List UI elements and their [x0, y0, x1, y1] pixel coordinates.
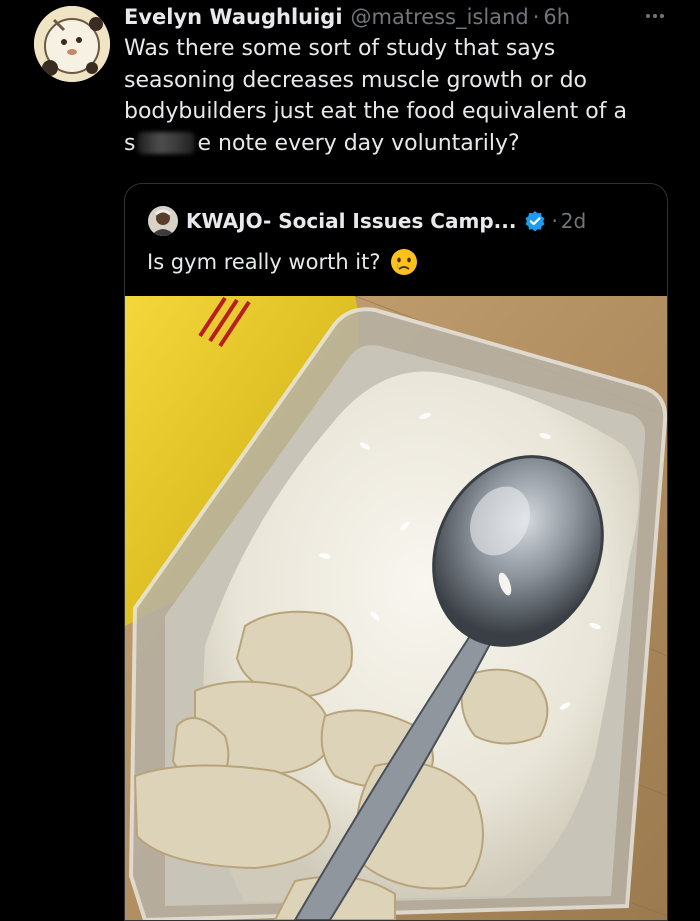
tweet-text: Was there some sort of study that says s… — [124, 33, 684, 159]
crying-face-emoji-icon — [390, 249, 417, 275]
author-handle[interactable]: @matress_island — [351, 5, 529, 29]
tweet[interactable]: Evelyn Waughluigi @matress_island · 6h W… — [0, 0, 700, 921]
quoted-tweet-header: KWAJO- Social Issues Camp... · 2d — [186, 206, 586, 236]
user-avatar[interactable] — [34, 6, 110, 82]
censored-word-blur — [137, 131, 196, 154]
text-fragment: e note every day voluntarily? — [197, 130, 520, 156]
person-avatar-icon — [148, 206, 178, 236]
meal-photo-image — [125, 296, 667, 920]
separator-dot: · — [532, 5, 540, 29]
meal-photo[interactable] — [125, 296, 667, 920]
tweet-text-line: bodybuilders just eat the food equivalen… — [124, 99, 627, 124]
quoted-author-avatar[interactable] — [148, 206, 178, 236]
cartoon-avatar-icon — [34, 6, 110, 82]
tweet-header: Evelyn Waughluigi @matress_island · 6h — [124, 2, 570, 32]
quoted-tweet-timestamp[interactable]: 2d — [561, 209, 586, 233]
text-fragment: s — [124, 130, 136, 156]
quoted-tweet-text: Is gym really worth it? — [147, 247, 419, 277]
tweet-text-line: Was there some sort of study that says — [124, 36, 556, 61]
verified-badge-icon — [525, 211, 545, 232]
tweet-text-line: s e note every day voluntarily? — [124, 128, 684, 160]
quoted-tweet-text-content: Is gym really worth it? — [147, 250, 381, 274]
quoted-tweet-card[interactable]: KWAJO- Social Issues Camp... · 2d Is gym… — [124, 183, 668, 921]
tweet-timestamp[interactable]: 6h — [543, 5, 570, 29]
separator-dot: · — [551, 209, 558, 233]
more-options-icon[interactable] — [640, 6, 670, 26]
tweet-text-line: seasoning decreases muscle growth or do — [124, 67, 588, 93]
author-display-name[interactable]: Evelyn Waughluigi — [124, 5, 343, 29]
quoted-author-name[interactable]: KWAJO- Social Issues Camp... — [186, 209, 516, 233]
